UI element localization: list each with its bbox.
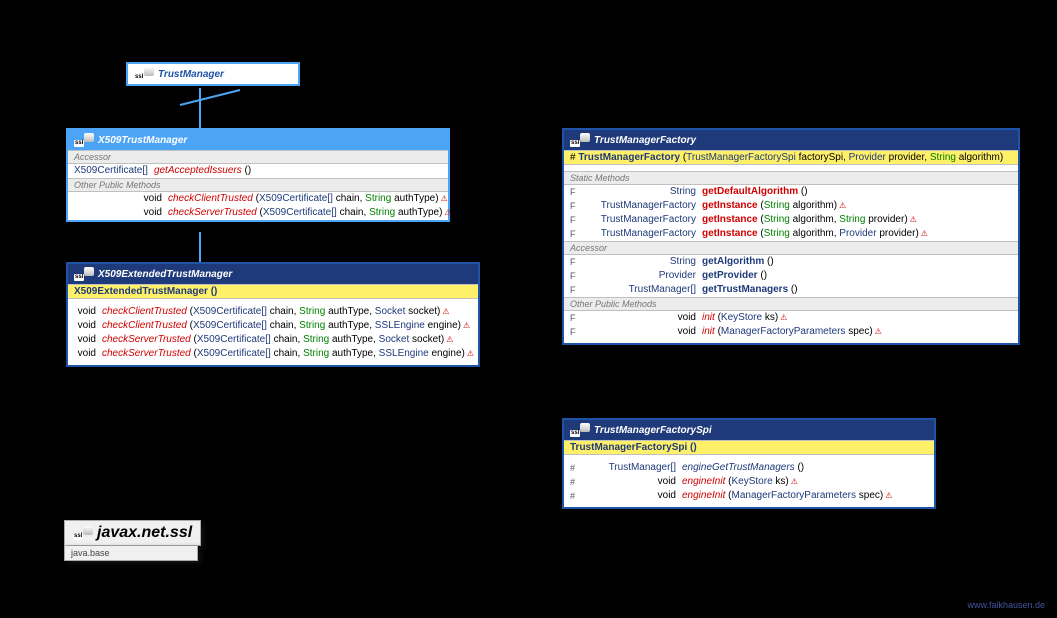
- class-title: TrustManagerFactory: [594, 135, 696, 146]
- class-header: X509ExtendedTrustManager: [68, 264, 478, 284]
- class-trustmanager[interactable]: TrustManager: [126, 62, 300, 86]
- method-row: # void engineInit (ManagerFactoryParamet…: [564, 489, 934, 503]
- section-public: Other Public Methods: [564, 297, 1018, 311]
- class-title: TrustManagerFactorySpi: [594, 425, 712, 436]
- package-label: javax.net.ssl java.base: [64, 520, 201, 561]
- ssl-icon: [74, 133, 94, 147]
- class-header: TrustManagerFactorySpi: [564, 420, 934, 440]
- ssl-icon: [570, 423, 590, 437]
- constructor: X509ExtendedTrustManager (): [68, 284, 478, 299]
- class-trustmanagerfactory[interactable]: TrustManagerFactory # TrustManagerFactor…: [562, 128, 1020, 345]
- method-row: void checkClientTrusted (X509Certificate…: [68, 305, 478, 319]
- method-row: F TrustManagerFactory getInstance (Strin…: [564, 199, 1018, 213]
- method-row: void checkClientTrusted (X509Certificate…: [68, 319, 478, 333]
- ssl-icon: [134, 67, 154, 81]
- method-row: F void init (KeyStore ks)⚠: [564, 311, 1018, 325]
- class-x509extendedtrustmanager[interactable]: X509ExtendedTrustManager X509ExtendedTru…: [66, 262, 480, 367]
- method-row: F TrustManager[] getTrustManagers (): [564, 283, 1018, 297]
- module-name: java.base: [64, 546, 198, 561]
- constructor: TrustManagerFactorySpi (): [564, 440, 934, 455]
- class-header: TrustManagerFactory: [564, 130, 1018, 150]
- method-row: F String getDefaultAlgorithm (): [564, 185, 1018, 199]
- method-row: # TrustManager[] engineGetTrustManagers …: [564, 461, 934, 475]
- section-accessor: Accessor: [564, 241, 1018, 255]
- method-row: void checkServerTrusted (X509Certificate…: [68, 347, 478, 361]
- method-row: F TrustManagerFactory getInstance (Strin…: [564, 227, 1018, 241]
- method-row: F void init (ManagerFactoryParameters sp…: [564, 325, 1018, 339]
- method-row: void checkServerTrusted (X509Certificate…: [68, 206, 448, 220]
- class-trustmanagerfactoryspi[interactable]: TrustManagerFactorySpi TrustManagerFacto…: [562, 418, 936, 509]
- method-row: void checkClientTrusted (X509Certificate…: [68, 192, 448, 206]
- method-row: void checkServerTrusted (X509Certificate…: [68, 333, 478, 347]
- constructor: # TrustManagerFactory (TrustManagerFacto…: [564, 150, 1018, 165]
- method-row: # void engineInit (KeyStore ks)⚠: [564, 475, 934, 489]
- class-x509trustmanager[interactable]: X509TrustManager Accessor X509Certificat…: [66, 128, 450, 222]
- method-row: F TrustManagerFactory getInstance (Strin…: [564, 213, 1018, 227]
- class-title: TrustManager: [158, 69, 224, 80]
- section-static: Static Methods: [564, 171, 1018, 185]
- class-title: X509ExtendedTrustManager: [98, 269, 232, 280]
- section-public: Other Public Methods: [68, 178, 448, 192]
- method-row: F String getAlgorithm (): [564, 255, 1018, 269]
- ssl-icon: [74, 267, 94, 281]
- class-title: X509TrustManager: [98, 135, 187, 146]
- method-row: X509Certificate[] getAcceptedIssuers (): [68, 164, 448, 178]
- ssl-icon: [73, 526, 93, 540]
- class-header: TrustManager: [128, 64, 298, 84]
- class-header: X509TrustManager: [68, 130, 448, 150]
- ssl-icon: [570, 133, 590, 147]
- section-accessor: Accessor: [68, 150, 448, 164]
- package-name: javax.net.ssl: [97, 524, 192, 542]
- footer-link[interactable]: www.falkhausen.de: [967, 600, 1045, 610]
- method-row: F Provider getProvider (): [564, 269, 1018, 283]
